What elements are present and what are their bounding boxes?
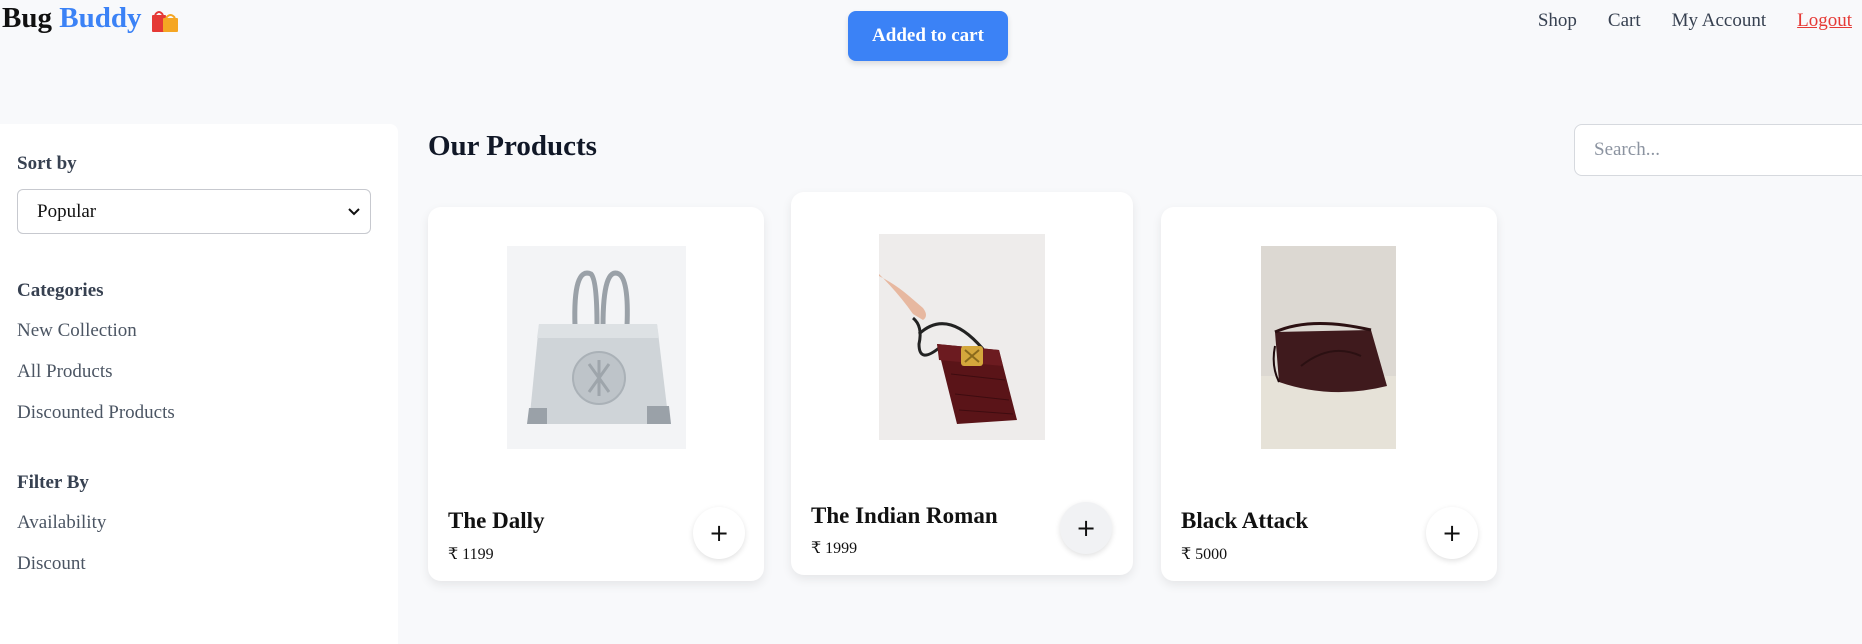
add-to-cart-button[interactable]: +: [1060, 502, 1112, 554]
chevron-down-icon: [348, 207, 360, 215]
brand-text-accent: Buddy: [59, 2, 142, 34]
product-image: [507, 246, 686, 449]
brand-text-primary: Bug: [2, 2, 52, 34]
product-price: ₹ 1999: [811, 540, 858, 557]
top-nav: Shop Cart My Account Logout: [1538, 10, 1852, 32]
plus-icon: +: [1441, 519, 1463, 547]
shopping-bag-icon: [152, 10, 179, 32]
product-card[interactable]: The Dally ₹ 1199 +: [428, 207, 764, 581]
add-to-cart-button[interactable]: +: [1426, 507, 1478, 559]
nav-cart[interactable]: Cart: [1608, 10, 1641, 32]
product-name[interactable]: Black Attack: [1181, 508, 1308, 534]
product-image: [879, 234, 1045, 440]
page-title: Our Products: [428, 130, 597, 162]
sort-select[interactable]: Popular: [17, 189, 371, 234]
product-name[interactable]: The Indian Roman: [811, 503, 998, 529]
plus-icon: +: [1075, 514, 1097, 542]
sort-selected-value: Popular: [37, 200, 97, 222]
product-price: ₹ 1199: [448, 546, 494, 563]
brand-logo[interactable]: Bug Buddy: [2, 2, 181, 35]
sort-heading: Sort by: [17, 153, 77, 174]
filter-availability[interactable]: Availability: [17, 512, 106, 534]
product-name[interactable]: The Dally: [448, 508, 544, 534]
sidebar: Sort by Popular Categories New Collectio…: [0, 124, 398, 644]
product-price: ₹ 5000: [1181, 546, 1228, 563]
add-to-cart-button[interactable]: +: [693, 507, 745, 559]
product-card[interactable]: Black Attack ₹ 5000 +: [1161, 207, 1497, 581]
added-to-cart-toast: Added to cart: [848, 11, 1008, 61]
product-image: [1261, 246, 1396, 449]
filter-heading: Filter By: [17, 472, 89, 493]
category-new-collection[interactable]: New Collection: [17, 320, 137, 342]
nav-shop[interactable]: Shop: [1538, 10, 1577, 32]
plus-icon: +: [708, 519, 730, 547]
product-card[interactable]: The Indian Roman ₹ 1999 +: [791, 192, 1133, 575]
filter-discount[interactable]: Discount: [17, 553, 86, 575]
brand-name: Bug Buddy: [2, 2, 141, 35]
nav-logout[interactable]: Logout: [1797, 10, 1852, 32]
search-input[interactable]: [1574, 124, 1862, 176]
categories-heading: Categories: [17, 280, 104, 301]
category-discounted-products[interactable]: Discounted Products: [17, 402, 175, 424]
nav-my-account[interactable]: My Account: [1672, 10, 1766, 32]
category-all-products[interactable]: All Products: [17, 361, 113, 383]
